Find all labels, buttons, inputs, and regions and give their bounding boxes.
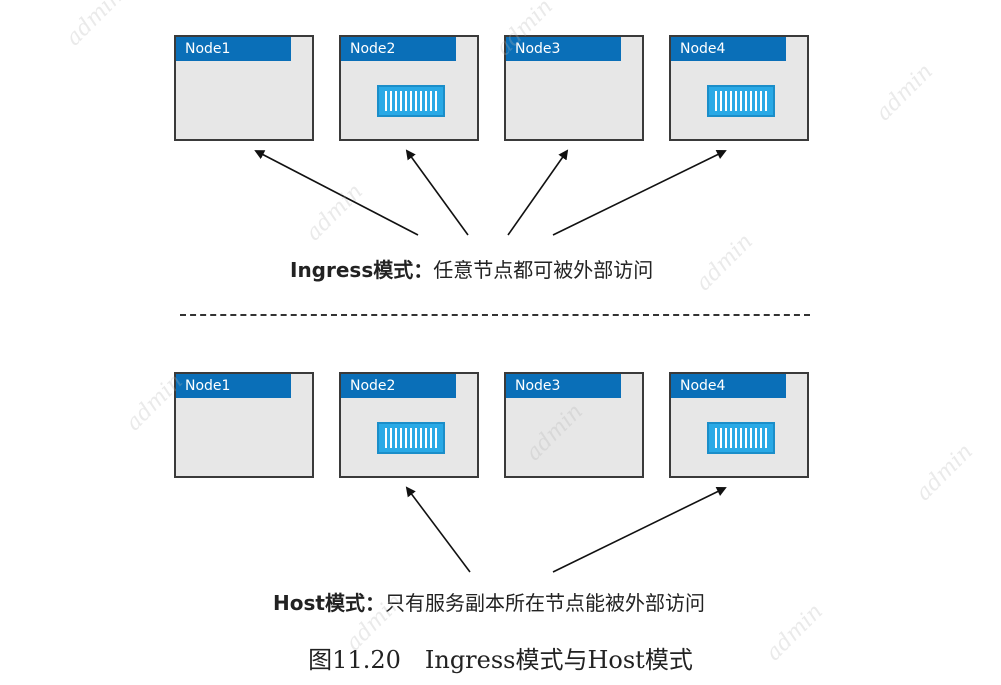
ingress-mode-label: Ingress模式：任意节点都可被外部访问 <box>290 254 653 283</box>
host-arrow-node4 <box>552 487 727 573</box>
ingress-mode-title: Ingress模式： <box>290 258 434 282</box>
section-divider <box>180 314 810 316</box>
diagram: Node1 Node2 Node3 Node4 Node1 Node2 Node… <box>0 0 1001 685</box>
host-arrow-node2 <box>405 486 471 573</box>
ingress-arrow-node1 <box>254 150 419 236</box>
host-mode-title: Host模式： <box>273 591 385 615</box>
node-label: Node4 <box>671 374 786 398</box>
node-label: Node3 <box>506 374 621 398</box>
node-label: Node2 <box>341 374 456 398</box>
host-node-1: Node1 <box>174 372 314 478</box>
host-node-2: Node2 <box>339 372 479 478</box>
ingress-node-1: Node1 <box>174 35 314 141</box>
host-node-4: Node4 <box>669 372 809 478</box>
watermark: admin <box>301 179 368 246</box>
ingress-arrow-node4 <box>552 150 727 236</box>
ingress-node-3: Node3 <box>504 35 644 141</box>
node-label: Node4 <box>671 37 786 61</box>
ingress-arrow-node2 <box>405 149 469 236</box>
node-label: Node1 <box>176 374 291 398</box>
ingress-arrow-node3 <box>507 149 569 236</box>
watermark: admin <box>61 0 128 51</box>
watermark: admin <box>871 59 938 126</box>
watermark: admin <box>911 439 978 506</box>
arrows-layer <box>254 149 727 573</box>
host-mode-description: 只有服务副本所在节点能被外部访问 <box>384 591 705 615</box>
node-label: Node1 <box>176 37 291 61</box>
ingress-node-4: Node4 <box>669 35 809 141</box>
container-icon <box>707 85 775 117</box>
node-label: Node3 <box>506 37 621 61</box>
ingress-mode-description: 任意节点都可被外部访问 <box>433 258 654 282</box>
host-node-3: Node3 <box>504 372 644 478</box>
watermark: admin <box>691 229 758 296</box>
container-icon <box>377 422 445 454</box>
container-icon <box>377 85 445 117</box>
ingress-node-2: Node2 <box>339 35 479 141</box>
host-mode-label: Host模式：只有服务副本所在节点能被外部访问 <box>273 587 705 616</box>
container-icon <box>707 422 775 454</box>
node-label: Node2 <box>341 37 456 61</box>
figure-caption: 图11.20 Ingress模式与Host模式 <box>308 646 693 674</box>
